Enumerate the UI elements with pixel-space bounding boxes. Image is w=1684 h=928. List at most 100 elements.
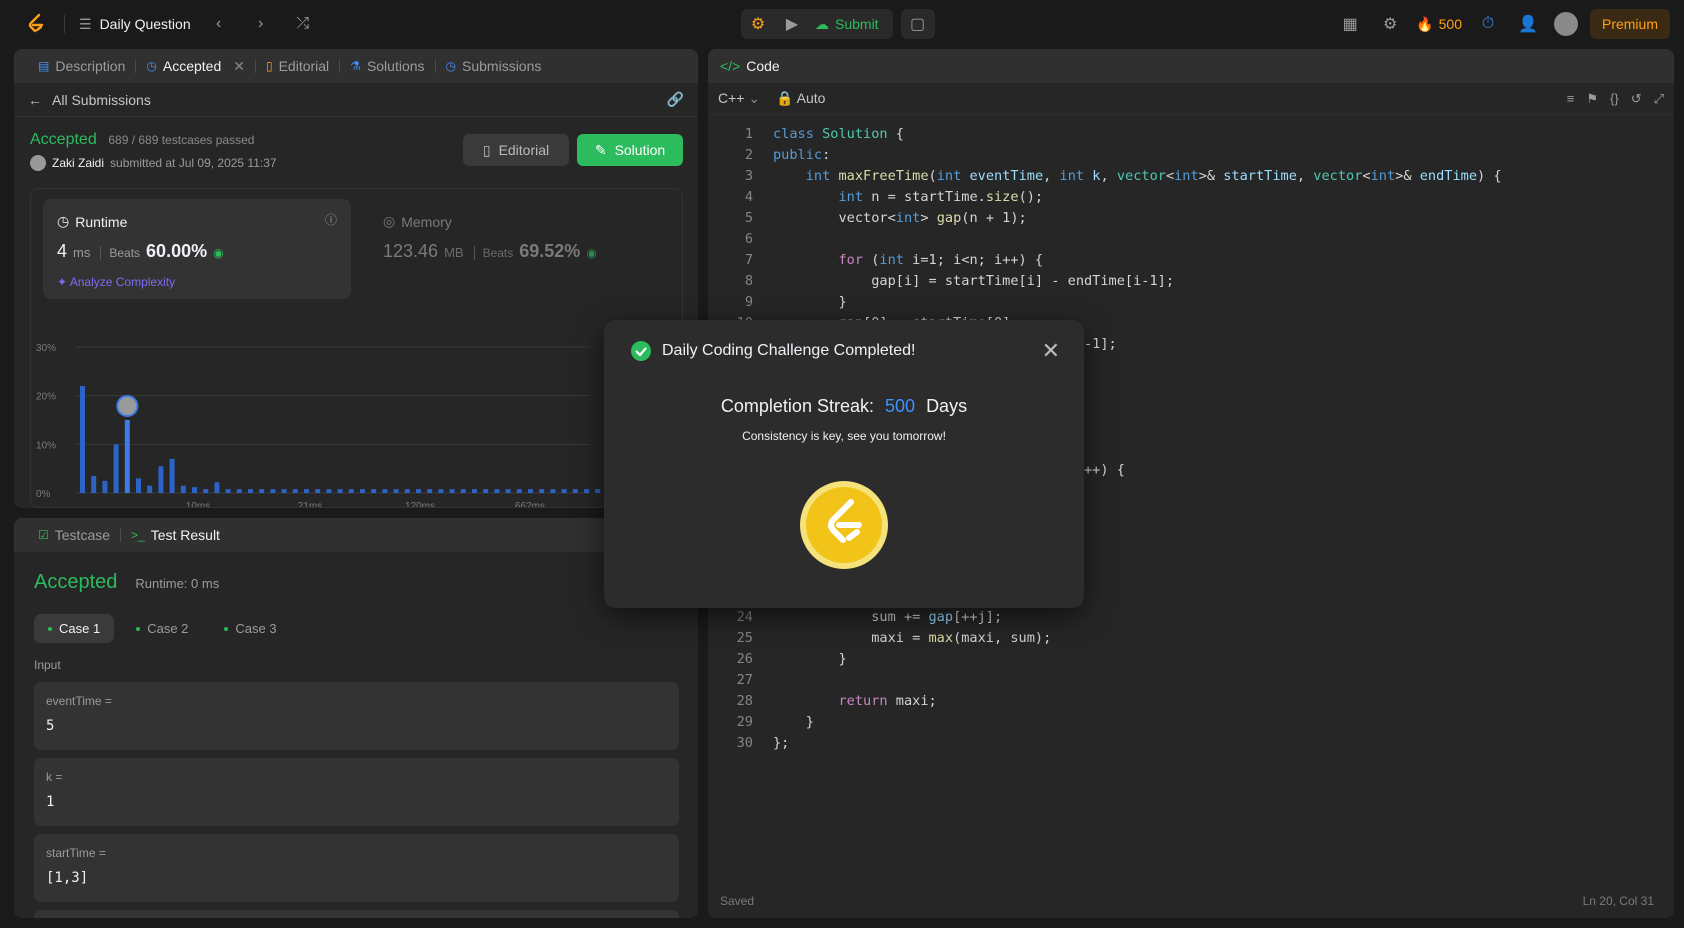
chart-bar[interactable] — [449, 489, 455, 493]
chart-bar[interactable] — [572, 489, 578, 493]
author-name[interactable]: Zaki Zaidi — [52, 156, 104, 170]
chart-bar[interactable] — [270, 489, 276, 493]
chart-bar[interactable] — [348, 489, 354, 493]
chart-bar[interactable] — [584, 489, 589, 493]
chart-bar[interactable] — [236, 489, 242, 493]
chart-bar[interactable] — [337, 489, 343, 493]
case-tab-3[interactable]: Case 3 — [210, 614, 290, 643]
chart-bar[interactable] — [113, 444, 119, 493]
chart-bar[interactable] — [259, 489, 265, 493]
line-number: 5 — [744, 210, 753, 226]
editorial-button[interactable]: ▯ Editorial — [463, 134, 569, 166]
tab-accepted[interactable]: ◷ Accepted ✕ — [136, 49, 255, 83]
chart-bar[interactable] — [214, 482, 220, 493]
chart-bar[interactable] — [304, 489, 309, 493]
tab-submissions[interactable]: ◷ Submissions — [436, 49, 552, 83]
chart-bar[interactable] — [203, 489, 209, 493]
chart-bar[interactable] — [192, 487, 197, 493]
chart-bar[interactable] — [505, 489, 511, 493]
timer-icon[interactable]: ⏱ — [1474, 10, 1502, 38]
chart-bar[interactable] — [393, 489, 399, 493]
reset-icon[interactable]: ↺ — [1631, 91, 1642, 107]
line-number: 4 — [744, 189, 753, 205]
share-link-icon[interactable]: 🔗 — [667, 91, 684, 108]
shuffle-icon[interactable]: ⤮ — [289, 10, 317, 38]
next-question-icon[interactable]: › — [247, 10, 275, 38]
case-tab-2[interactable]: Case 2 — [122, 614, 202, 643]
bookmark-icon[interactable]: ⚑ — [1586, 91, 1598, 107]
y-tick-label: 20% — [36, 392, 56, 403]
chart-bar[interactable] — [91, 475, 97, 493]
chart-bar[interactable] — [472, 489, 477, 493]
chart-bar[interactable] — [147, 485, 153, 493]
braces-icon[interactable]: {} — [1610, 91, 1619, 107]
chart-bar[interactable] — [124, 420, 130, 493]
runtime-card[interactable]: ◷ Runtime ⓘ 4 ms Beats 60.00% ◉ ✦ Analyze… — [43, 199, 351, 299]
prev-question-icon[interactable]: ‹ — [205, 10, 233, 38]
chart-bar[interactable] — [80, 385, 85, 493]
add-friend-icon[interactable]: 👤 — [1514, 10, 1542, 38]
settings-gear-icon[interactable]: ⚙ — [1376, 10, 1404, 38]
chart-bar[interactable] — [169, 458, 175, 493]
input-box[interactable]: eventTime = 5 — [34, 682, 679, 750]
chart-bar[interactable] — [281, 489, 287, 493]
memory-card[interactable]: ◎ Memory 123.46 MB Beats 69.52% ◉ — [369, 199, 677, 299]
chart-bar[interactable] — [460, 489, 466, 493]
chart-bar[interactable] — [136, 478, 141, 493]
all-submissions-link[interactable]: ← All Submissions — [28, 92, 151, 108]
close-tab-icon[interactable]: ✕ — [233, 58, 245, 75]
code-line: 24 sum += gap[++j]; — [708, 607, 1674, 628]
chart-bar[interactable] — [225, 489, 231, 493]
close-icon[interactable]: ✕ — [1042, 338, 1060, 364]
tab-test-result[interactable]: >_ Test Result — [121, 518, 230, 552]
chart-bar[interactable] — [158, 466, 164, 493]
info-icon[interactable]: ⓘ — [325, 211, 337, 228]
chart-bar[interactable] — [483, 489, 489, 493]
premium-button[interactable]: Premium — [1589, 9, 1670, 39]
case-tab-1[interactable]: Case 1 — [34, 614, 115, 643]
auto-mode-toggle[interactable]: 🔒 Auto — [776, 90, 825, 107]
chart-bar[interactable] — [438, 489, 444, 493]
code-tab[interactable]: </> Code — [708, 49, 1674, 83]
submit-button[interactable]: ☁ Submit — [809, 9, 893, 39]
tab-solutions[interactable]: ⚗ Solutions — [340, 49, 434, 83]
chart-bar[interactable] — [326, 489, 332, 493]
format-icon[interactable]: ≡ — [1567, 91, 1575, 107]
chart-bar[interactable] — [561, 489, 567, 493]
language-select[interactable]: C++ ⌄ — [718, 90, 760, 107]
chart-bar[interactable] — [416, 489, 421, 493]
layout-icon[interactable]: ▦ — [1336, 10, 1364, 38]
chart-bar[interactable] — [528, 489, 533, 493]
chart-bar[interactable] — [404, 489, 410, 493]
streak-counter[interactable]: 🔥 500 — [1416, 16, 1462, 33]
chart-bar[interactable] — [102, 480, 108, 493]
chart-bar[interactable] — [180, 485, 186, 493]
tab-testcase[interactable]: ☑ Testcase — [28, 518, 120, 552]
chart-bar[interactable] — [360, 489, 365, 493]
analyze-complexity-link[interactable]: ✦ Analyze Complexity — [57, 275, 175, 289]
solution-button[interactable]: ✎ Solution — [577, 134, 683, 166]
chart-bar[interactable] — [550, 489, 556, 493]
chart-bar[interactable] — [248, 489, 253, 493]
input-box[interactable] — [34, 910, 679, 918]
tab-editorial[interactable]: ▯ Editorial — [256, 49, 339, 83]
user-avatar[interactable] — [1553, 12, 1578, 36]
input-box[interactable]: startTime = [1,3] — [34, 834, 679, 902]
problem-list-button[interactable]: ☰ Daily Question — [79, 16, 191, 33]
chart-bar[interactable] — [595, 489, 601, 493]
input-box[interactable]: k = 1 — [34, 758, 679, 826]
chart-bar[interactable] — [539, 489, 545, 493]
chart-bar[interactable] — [371, 489, 377, 493]
chart-bar[interactable] — [494, 489, 500, 493]
run-button[interactable]: ▶ — [775, 9, 809, 39]
notes-icon[interactable]: ▢ — [901, 9, 935, 39]
chart-bar[interactable] — [516, 489, 522, 493]
chart-bar[interactable] — [315, 489, 321, 493]
chart-bar[interactable] — [382, 489, 388, 493]
expand-icon[interactable]: ⤢ — [1654, 91, 1664, 107]
debug-icon[interactable]: ⚙ — [741, 9, 775, 39]
leetcode-logo-icon[interactable] — [22, 10, 50, 38]
chart-bar[interactable] — [292, 489, 298, 493]
chart-bar[interactable] — [427, 489, 433, 493]
tab-description[interactable]: ▤ Description — [28, 49, 135, 83]
